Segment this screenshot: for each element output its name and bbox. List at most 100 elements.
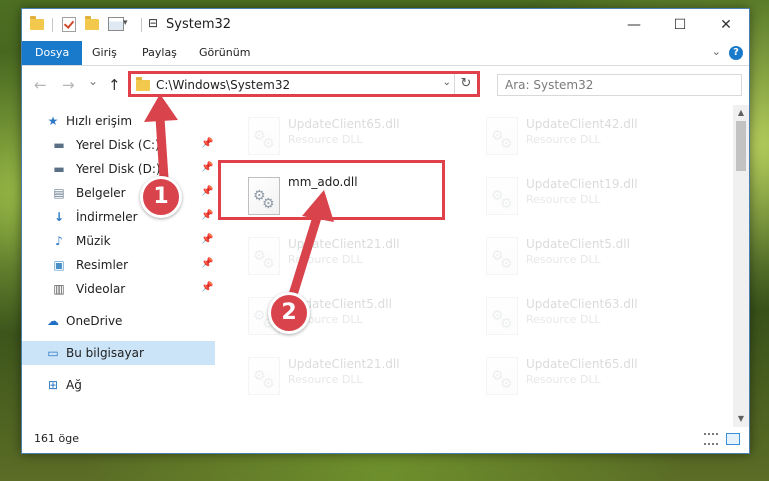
sidebar-item-resimler[interactable]: ▣ Resimler 📌 [22,253,215,277]
pin-icon[interactable]: 📌 [201,234,213,245]
file-type: Resource DLL [288,373,363,386]
file-list: ⚙ ⚙ UpdateClient65.dll Resource DLL ⚙ ⚙ Up… [220,105,731,427]
step-marker-2: 2 [268,292,310,334]
status-bar: 161 öge [22,427,749,453]
maximize-button[interactable]: ☐ [657,9,703,41]
file-type: Resource DLL [288,253,363,266]
file-item[interactable]: ⚙ ⚙ UpdateClient19.dll Resource DLL [478,171,706,221]
close-button[interactable]: ✕ [703,9,749,41]
navigation-bar: ← → ⌄ ↑ C:\Windows\System32 ⌄ ↻ Ara: Sys… [22,66,749,104]
address-dropdown-icon[interactable]: ⌄ [443,77,451,88]
recent-locations-icon[interactable]: ⌄ [88,74,98,88]
video-icon: ▥ [53,282,65,296]
file-explorer-window: ▾ ⊟ System32 — ☐ ✕ Dosya Giriş Paylaş Gö… [21,8,750,454]
properties-icon[interactable] [108,17,124,31]
file-name: UpdateClient5.dll [526,237,630,251]
dll-file-icon: ⚙ ⚙ [486,357,518,395]
dll-file-icon: ⚙ ⚙ [486,297,518,335]
file-item[interactable]: ⚙ ⚙ UpdateClient21.dll Resource DLL [240,231,468,281]
file-item[interactable]: ⚙ ⚙ UpdateClient42.dll Resource DLL [478,111,706,161]
forward-arrow-icon[interactable]: → [62,76,75,94]
music-icon: ♪ [55,234,63,248]
drive-icon: ▬ [53,162,65,176]
file-item[interactable]: ⚙ ⚙ UpdateClient21.dll Resource DLL [240,351,468,401]
new-folder-icon[interactable] [85,16,99,31]
dll-file-icon: ⚙ ⚙ [486,117,518,155]
pin-icon[interactable]: 📌 [201,162,213,173]
expand-ribbon-icon[interactable]: ⌄ [712,45,721,58]
dll-file-icon: ⚙ ⚙ [486,237,518,275]
navigation-pane: ★ Hızlı erişim ▬ Yerel Disk (C:) 📌 ▬ Yer… [22,105,215,427]
scrollbar-thumb[interactable] [736,121,746,171]
file-type: Resource DLL [526,313,601,326]
sidebar-item-label: Ağ [66,378,82,392]
file-highlight-box [218,160,445,220]
file-type: Resource DLL [288,133,363,146]
large-icons-view-icon[interactable] [726,433,740,445]
dll-file-icon: ⚙ ⚙ [248,117,280,155]
customize-toolbar-icon[interactable]: ⊟ [148,16,162,30]
sidebar-item-videolar[interactable]: ▥ Videolar 📌 [22,277,215,301]
search-input[interactable]: Ara: System32 [497,74,742,96]
sidebar-item-drive-d[interactable]: ▬ Yerel Disk (D:) 📌 [22,157,215,181]
back-arrow-icon[interactable]: ← [34,76,47,94]
download-icon: ↓ [53,210,65,224]
properties-check-icon[interactable] [62,17,76,32]
sidebar-item-drive-c[interactable]: ▬ Yerel Disk (C:) 📌 [22,133,215,157]
up-arrow-icon[interactable]: ↑ [108,76,121,94]
details-view-icon[interactable] [704,433,718,445]
pin-icon[interactable]: 📌 [201,282,213,293]
refresh-icon[interactable]: ↻ [454,74,477,94]
sidebar-item-label: Hızlı erişim [66,114,133,128]
sidebar-item-label: Belgeler [76,186,126,200]
drive-icon: ▬ [53,138,65,152]
tab-dosya[interactable]: Dosya [22,41,83,65]
tab-giris[interactable]: Giriş [92,41,117,65]
tab-paylas[interactable]: Paylaş [142,41,177,65]
sidebar-item-network[interactable]: ⊞ Ağ [22,373,215,397]
sidebar-item-indirmeler[interactable]: ↓ İndirmeler 📌 [22,205,215,229]
folder-icon [136,77,150,91]
dll-file-icon: ⚙ ⚙ [248,357,280,395]
sidebar-item-quick-access[interactable]: ★ Hızlı erişim [22,109,215,133]
address-bar[interactable]: C:\Windows\System32 ⌄ ↻ [128,71,480,97]
document-icon: ▤ [53,186,65,200]
star-icon: ★ [47,114,59,128]
file-item[interactable]: ⚙ ⚙ UpdateClient5.dll Resource DLL [478,231,706,281]
scroll-up-icon[interactable]: ▲ [733,105,749,121]
file-item[interactable]: ⚙ ⚙ UpdateClient63.dll Resource DLL [478,291,706,341]
address-path[interactable]: C:\Windows\System32 [156,78,290,92]
pin-icon[interactable]: 📌 [201,258,213,269]
scroll-down-icon[interactable]: ▼ [733,411,749,427]
item-count: 161 öge [34,432,79,445]
pin-icon[interactable]: 📌 [201,186,213,197]
file-name: UpdateClient65.dll [288,117,400,131]
computer-icon: ▭ [47,346,59,360]
sidebar-item-belgeler[interactable]: ▤ Belgeler 📌 [22,181,215,205]
pin-icon[interactable]: 📌 [201,138,213,149]
quick-access-dropdown-icon[interactable]: ▾ [123,18,137,32]
minimize-button[interactable]: — [611,9,657,41]
sidebar-item-this-pc[interactable]: ▭ Bu bilgisayar [22,341,215,365]
dll-file-icon: ⚙ ⚙ [248,237,280,275]
sidebar-item-label: Yerel Disk (C:) [76,138,160,152]
file-item[interactable]: ⚙ ⚙ UpdateClient65.dll Resource DLL [240,111,468,161]
help-icon[interactable]: ? [729,46,743,60]
sidebar-item-label: Yerel Disk (D:) [76,162,161,176]
window-title: System32 [166,17,232,32]
file-name: UpdateClient42.dll [526,117,638,131]
sidebar-item-muzik[interactable]: ♪ Müzik 📌 [22,229,215,253]
cloud-icon: ☁ [47,314,59,328]
file-name: UpdateClient65.dll [526,357,638,371]
file-item[interactable]: ⚙ ⚙ UpdateClient65.dll Resource DLL [478,351,706,401]
tab-gorunum[interactable]: Görünüm [199,41,250,65]
folder-icon [30,16,44,31]
sidebar-item-onedrive[interactable]: ☁ OneDrive [22,309,215,333]
sidebar-item-label: OneDrive [66,314,123,328]
file-name: UpdateClient21.dll [288,237,400,251]
pin-icon[interactable]: 📌 [201,210,213,221]
sidebar-item-label: Resimler [76,258,129,272]
vertical-scrollbar[interactable]: ▲ ▼ [733,105,749,427]
file-name: UpdateClient63.dll [526,297,638,311]
pictures-icon: ▣ [53,258,65,272]
